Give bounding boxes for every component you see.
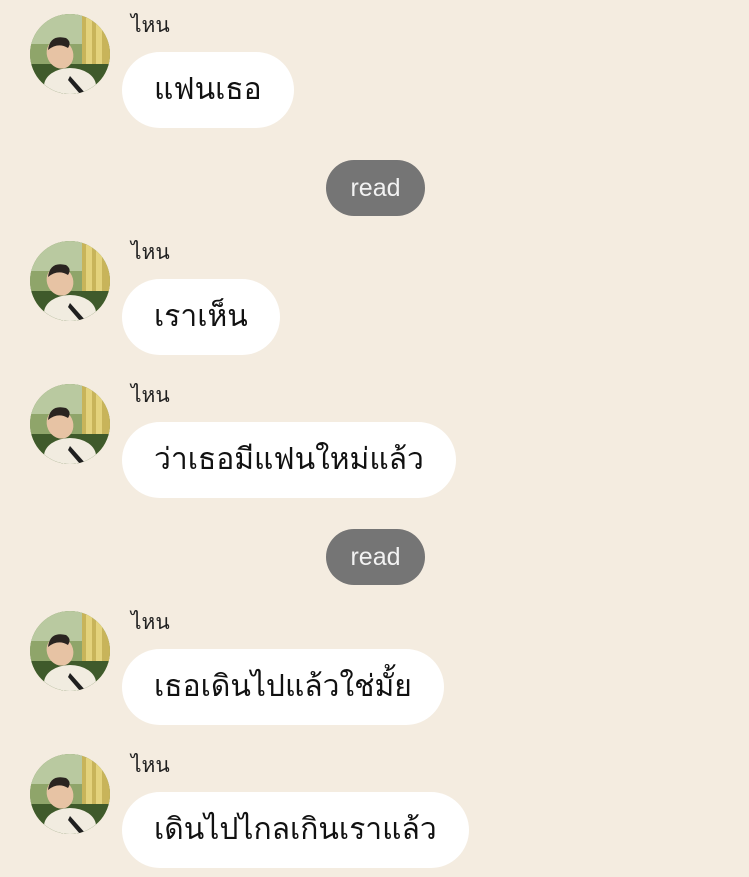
- message-bubble[interactable]: เราเห็น: [122, 279, 280, 355]
- sender-name: ไหน: [131, 610, 170, 634]
- avatar[interactable]: [30, 14, 110, 94]
- avatar-photo-icon: [30, 611, 110, 691]
- read-receipt: read: [326, 529, 425, 585]
- message-bubble[interactable]: เธอเดินไปแล้วใช่มั้ย: [122, 649, 444, 725]
- sender-name: ไหน: [131, 383, 170, 407]
- avatar-photo-icon: [30, 754, 110, 834]
- avatar[interactable]: [30, 241, 110, 321]
- avatar[interactable]: [30, 384, 110, 464]
- sender-name: ไหน: [131, 13, 170, 37]
- avatar-photo-icon: [30, 241, 110, 321]
- message-bubble[interactable]: ว่าเธอมีแฟนใหม่แล้ว: [122, 422, 456, 498]
- avatar[interactable]: [30, 754, 110, 834]
- avatar[interactable]: [30, 611, 110, 691]
- sender-name: ไหน: [131, 240, 170, 264]
- avatar-photo-icon: [30, 384, 110, 464]
- message-bubble[interactable]: แฟนเธอ: [122, 52, 294, 128]
- message-bubble[interactable]: เดินไปไกลเกินเราแล้ว: [122, 792, 469, 868]
- sender-name: ไหน: [131, 753, 170, 777]
- avatar-photo-icon: [30, 14, 110, 94]
- read-receipt: read: [326, 160, 425, 216]
- chat-thread: ไหน แฟนเธอ read ไหน เราเห็น ไหน ว่าเธอมี…: [0, 0, 749, 877]
